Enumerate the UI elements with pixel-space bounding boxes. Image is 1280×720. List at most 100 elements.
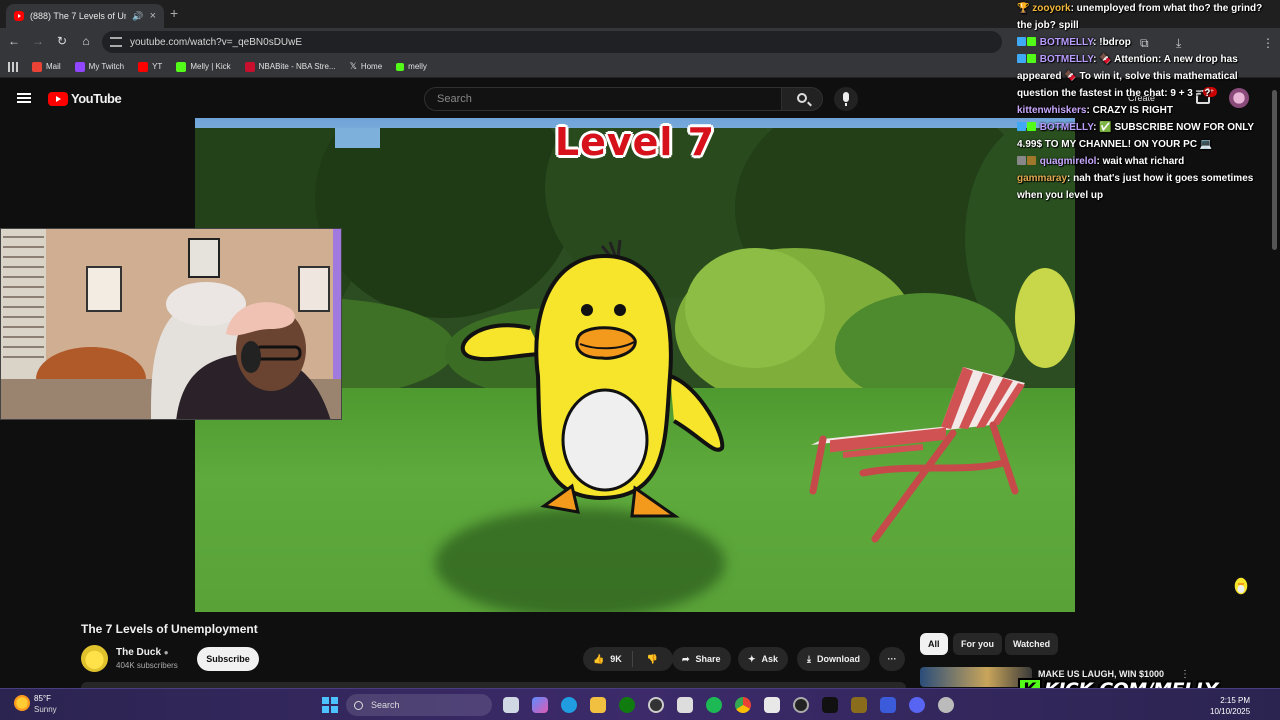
new-tab-button[interactable]: +	[170, 5, 178, 21]
logo-text: YouTube	[71, 91, 122, 106]
duck-sticker-icon	[1233, 576, 1249, 596]
share-label: Share	[695, 654, 721, 664]
chrome-icon[interactable]	[735, 697, 751, 713]
chat-username: zooyork	[1032, 3, 1071, 14]
hamburger-menu-icon[interactable]	[17, 93, 31, 103]
clock-time: 2:15 PM	[1220, 696, 1251, 705]
tab-title: (888) The 7 Levels of Unemp	[30, 11, 126, 21]
dislike-button[interactable]: 👎	[639, 654, 666, 665]
notepad-icon[interactable]	[764, 697, 780, 713]
weather-condition: Sunny	[34, 705, 57, 714]
streamer-webcam	[0, 228, 342, 420]
subscriber-count: 404K subscribers	[116, 661, 178, 670]
chat-message: 🏆 zooyork: unemployed from what tho? the…	[1017, 0, 1274, 34]
webcam-feed	[1, 229, 341, 419]
channel-name[interactable]: The Duck ●	[116, 647, 169, 658]
share-button[interactable]: ➦ Share	[672, 647, 731, 671]
bookmark-nbabite[interactable]: NBABite - NBA Stre...	[244, 61, 336, 72]
ask-label: Ask	[761, 654, 779, 664]
xbox-icon[interactable]	[619, 697, 635, 713]
download-button[interactable]: ⤓ Download	[797, 647, 870, 671]
search-input[interactable]: Search	[424, 87, 782, 111]
app-icon[interactable]	[938, 697, 954, 713]
duck-character	[460, 239, 725, 518]
search-icon	[354, 700, 363, 710]
youtube-icon	[138, 61, 149, 72]
bookmark-label: Melly | Kick	[190, 62, 231, 71]
address-bar[interactable]: youtube.com/watch?v=_qeBN0sDUwE	[102, 31, 1002, 53]
chat-username: BOTMELLY	[1039, 54, 1094, 65]
subscribe-button[interactable]: Subscribe	[197, 647, 259, 671]
windows-taskbar: 85°F Sunny Search 2:15 PM 10/10/2025	[0, 688, 1280, 720]
x-logo-icon: 𝕏	[349, 61, 357, 71]
url-text: youtube.com/watch?v=_qeBN0sDUwE	[130, 36, 303, 48]
browser-tab-youtube[interactable]: (888) The 7 Levels of Unemp 🔊 ×	[6, 4, 164, 28]
bookmark-twitch[interactable]: My Twitch	[74, 61, 125, 72]
task-view-icon[interactable]	[503, 697, 519, 713]
bookmark-home[interactable]: 𝕏 Home	[350, 61, 383, 72]
media-player-icon[interactable]	[793, 697, 809, 713]
terminal-icon[interactable]	[822, 697, 838, 713]
system-clock[interactable]: 2:15 PM 10/10/2025	[1210, 695, 1250, 717]
chat-text: : !bdrop	[1093, 37, 1131, 48]
ask-button[interactable]: ✦ Ask	[738, 647, 789, 671]
video-overlay-title: Level 7	[554, 120, 716, 164]
share-icon: ➦	[682, 653, 690, 664]
forward-arrow-icon[interactable]: →	[30, 34, 46, 48]
chat-message: gammaray: nah that's just how it goes so…	[1017, 170, 1274, 204]
bookmark-kick[interactable]: Melly | Kick	[176, 61, 231, 72]
bot-badge-icon	[1017, 122, 1026, 131]
home-icon[interactable]: ⌂	[78, 34, 94, 48]
like-button[interactable]: 👍 9K	[583, 651, 633, 667]
recommended-thumbnail[interactable]	[920, 667, 1032, 687]
weather-temperature: 85°F	[34, 694, 51, 703]
store-icon[interactable]	[677, 697, 693, 713]
nba-icon	[244, 61, 255, 72]
bookmark-yt[interactable]: YT	[138, 61, 162, 72]
chip-all[interactable]: All	[920, 633, 948, 655]
download-icon: ⤓	[807, 653, 811, 664]
sub-badge-icon	[1027, 156, 1036, 165]
kick-icon	[176, 61, 187, 72]
spotify-icon[interactable]	[706, 697, 722, 713]
site-info-icon[interactable]	[110, 37, 122, 47]
voice-search-icon[interactable]	[834, 87, 858, 111]
speaker-icon[interactable]: 🔊	[132, 11, 143, 22]
copilot-icon[interactable]	[532, 697, 548, 713]
chip-watched[interactable]: Watched	[1005, 633, 1059, 655]
steam-icon[interactable]	[648, 697, 664, 713]
back-arrow-icon[interactable]: ←	[6, 34, 22, 48]
chat-message: BOTMELLY: ✅ SUBSCRIBE NOW FOR ONLY 4.99$…	[1017, 119, 1274, 153]
bookmark-label: My Twitch	[88, 62, 125, 71]
search-icon	[797, 93, 807, 103]
more-actions-button[interactable]: ···	[879, 647, 905, 671]
chat-username: gammaray	[1017, 173, 1068, 184]
taskbar-search[interactable]: Search	[346, 694, 492, 716]
windows-start-icon[interactable]	[322, 697, 338, 713]
video-title: The 7 Levels of Unemployment	[81, 622, 258, 636]
discord-icon[interactable]	[909, 697, 925, 713]
apps-grid-icon[interactable]	[8, 61, 18, 72]
thumbs-down-icon: 👎	[646, 653, 658, 664]
vscode-icon[interactable]	[880, 697, 896, 713]
sunny-weather-icon[interactable]	[14, 695, 30, 711]
file-explorer-icon[interactable]	[590, 697, 606, 713]
chip-for-you[interactable]: For you	[953, 633, 1002, 655]
twitch-icon	[74, 61, 85, 72]
verified-icon: ●	[163, 648, 169, 657]
chat-message: quagmirelol: wait what richard	[1017, 153, 1274, 170]
reload-icon[interactable]: ↻	[54, 34, 70, 48]
bookmark-label: NBABite - NBA Stre...	[258, 62, 336, 71]
bookmark-mail[interactable]: Mail	[32, 61, 61, 72]
bot-badge-icon	[1017, 54, 1026, 63]
bookmark-melly[interactable]: melly	[396, 62, 427, 71]
edge-icon[interactable]	[561, 697, 577, 713]
trophy-badge-icon: 🏆	[1017, 3, 1030, 14]
close-tab-icon[interactable]: ×	[150, 10, 156, 22]
user-badge-icon	[1017, 156, 1026, 165]
obs-scene-icon[interactable]	[851, 697, 867, 713]
youtube-logo[interactable]: YouTube	[48, 91, 122, 106]
channel-avatar[interactable]	[81, 645, 108, 672]
search-button[interactable]	[781, 87, 823, 111]
chat-text: : CRAZY IS RIGHT	[1086, 105, 1173, 116]
